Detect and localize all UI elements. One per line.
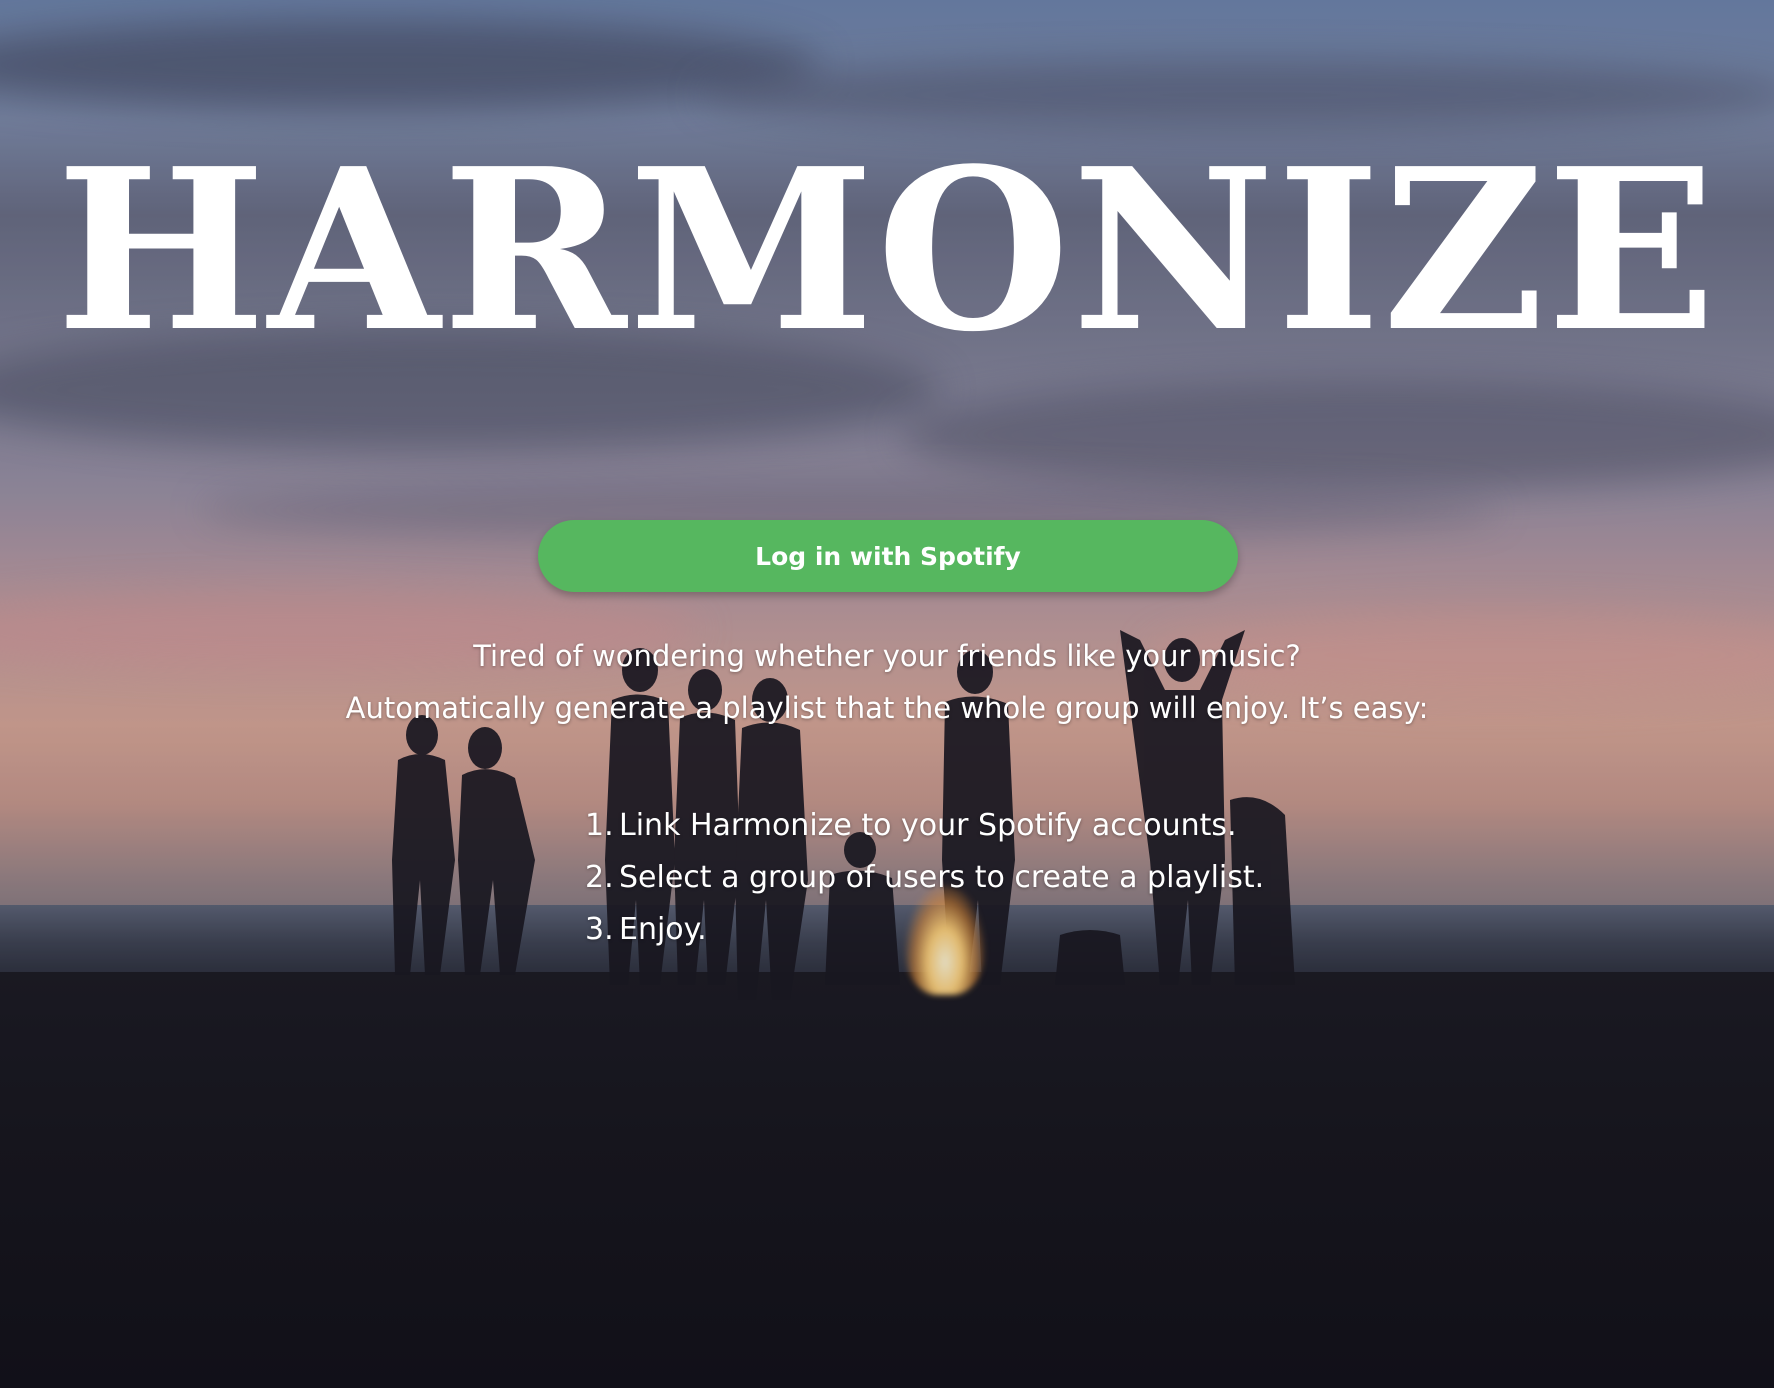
login-with-spotify-button[interactable]: Log in with Spotify <box>538 520 1238 592</box>
step-item: 3. Enjoy. <box>585 904 1264 956</box>
step-number: 3. <box>585 912 614 947</box>
step-number: 2. <box>585 860 614 895</box>
landing-content: HARMONIZE Log in with Spotify Tired of w… <box>0 0 1774 1388</box>
app-logo-title: HARMONIZE <box>56 121 1718 381</box>
intro-line-2: Automatically generate a playlist that t… <box>345 691 1429 725</box>
steps-list: 1. Link Harmonize to your Spotify account… <box>585 800 1264 956</box>
step-number: 1. <box>585 808 614 843</box>
step-text: Select a group of users to create a play… <box>619 860 1265 895</box>
intro-text: Tired of wondering whether your friends … <box>0 630 1774 734</box>
step-text: Link Harmonize to your Spotify accounts. <box>619 808 1237 843</box>
intro-line-1: Tired of wondering whether your friends … <box>473 639 1301 673</box>
step-text: Enjoy. <box>619 912 707 947</box>
step-item: 1. Link Harmonize to your Spotify account… <box>585 800 1264 852</box>
step-item: 2. Select a group of users to create a pl… <box>585 852 1264 904</box>
